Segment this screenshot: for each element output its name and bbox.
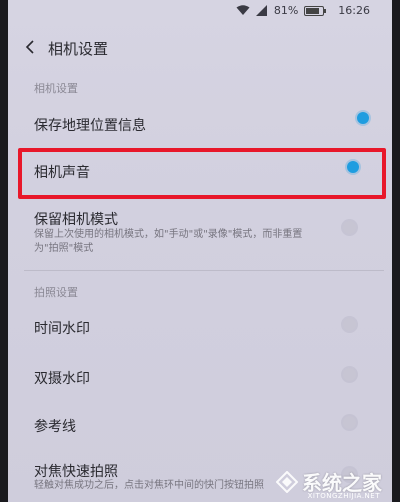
signal-icon [255, 5, 267, 16]
status-icons: 81% 16:26 [236, 4, 370, 17]
highlight-box [18, 148, 386, 199]
logo-icon [276, 470, 298, 493]
toggle-off-icon[interactable] [343, 221, 356, 234]
battery-level [306, 7, 320, 14]
clock: 16:26 [338, 4, 370, 17]
battery-percent: 81% [273, 4, 299, 17]
row-title: 时间水印 [34, 321, 90, 337]
row-title: 保留相机模式 [34, 212, 118, 228]
row-description: 保留上次使用的相机模式，如"手动"或"录像"模式，而非重置 [34, 229, 303, 240]
section-label-photo: 拍照设置 [34, 286, 78, 299]
status-bar: 81% 16:26 [8, 0, 392, 22]
divider [24, 270, 384, 271]
toggle-off-icon[interactable] [343, 368, 356, 381]
row-title: 保存地理位置信息 [34, 118, 146, 134]
section-label-camera: 相机设置 [34, 82, 78, 95]
watermark-url: XITONGZHIJIA.NET [307, 492, 380, 500]
toggle-on-icon[interactable] [357, 112, 369, 124]
row-title: 对焦快速拍照 [34, 464, 118, 480]
header: 相机设置 [8, 30, 392, 64]
row-title: 双摄水印 [34, 371, 90, 387]
page-title: 相机设置 [48, 40, 109, 58]
screen: 81% 16:26 相机设置 相机设置 保存地理位置信息 相机声音 保留相机模式… [8, 0, 392, 502]
row-description: 为"拍照"模式 [34, 243, 94, 254]
toggle-off-icon[interactable] [343, 416, 356, 429]
back-arrow-icon[interactable] [22, 38, 40, 56]
battery-icon [304, 5, 327, 16]
wifi-icon [236, 5, 250, 15]
row-title: 参考线 [34, 419, 76, 435]
toggle-off-icon[interactable] [343, 318, 356, 331]
